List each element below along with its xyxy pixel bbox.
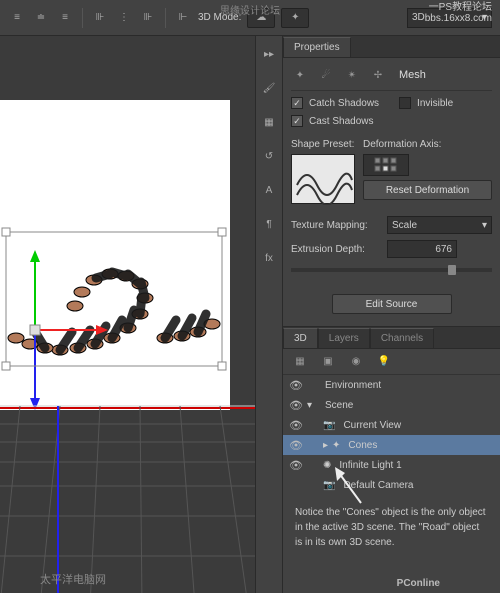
shape-preset-label: Shape Preset: — [291, 139, 355, 150]
dd-value: Scale — [392, 220, 417, 231]
scene-item-default-camera[interactable]: 📷Default Camera — [283, 475, 500, 495]
extrusion-depth-input[interactable]: 676 — [387, 240, 457, 258]
3d-filter-icons: ▦ ▣ ◉ 💡 — [283, 349, 500, 375]
scene-item-infinite-light[interactable]: 👁✺Infinite Light 1 — [283, 455, 500, 475]
item-label: Current View — [343, 420, 401, 431]
annotation-note: Notice the "Cones" object is the only ob… — [283, 495, 500, 560]
chk-label: Cast Shadows — [309, 116, 373, 127]
align-icon[interactable]: ≡ — [8, 9, 26, 27]
visibility-icon[interactable]: 👁 — [289, 379, 303, 392]
properties-panel: ✦ ☄ ✴ ✢ Mesh ✓ Catch Shadows Invisible ✓ C… — [283, 58, 500, 326]
cap-icon[interactable]: ✴ — [343, 66, 361, 84]
distribute-icon[interactable]: ⊪ — [91, 9, 109, 27]
3d-scene-list: 👁Environment 👁▾Scene 👁📷Current View 👁▸✦C… — [283, 375, 500, 495]
char-icon[interactable]: A — [259, 180, 279, 200]
align-icon[interactable]: ≡ — [56, 9, 74, 27]
watermark-line: bbs.16xx8.com — [425, 13, 492, 24]
deform-icon[interactable]: ☄ — [317, 66, 335, 84]
texture-mapping-dropdown[interactable]: Scale▾ — [387, 216, 492, 234]
viewport[interactable] — [0, 36, 255, 593]
tab-3d[interactable]: 3D — [283, 328, 318, 348]
reset-deformation-button[interactable]: Reset Deformation — [363, 180, 492, 200]
catch-shadows-checkbox[interactable]: ✓ — [291, 97, 303, 109]
filter-scene-icon[interactable]: ▦ — [291, 353, 309, 371]
texture-mapping-label: Texture Mapping: — [291, 220, 381, 231]
item-label: Scene — [325, 400, 353, 411]
note-text: Notice the "Cones" object is the only ob… — [295, 507, 486, 548]
mesh-icon[interactable]: ✦ — [291, 66, 309, 84]
separator — [82, 8, 83, 28]
distribute-icon[interactable]: ⊪ — [139, 9, 157, 27]
item-label: Environment — [325, 380, 381, 391]
item-label: Cones — [348, 440, 377, 451]
3d-panel-tabs: 3D Layers Channels — [283, 327, 500, 349]
tab-icon[interactable]: ▸▸ — [259, 44, 279, 64]
scene-item-current-view[interactable]: 👁📷Current View — [283, 415, 500, 435]
extrusion-depth-label: Extrusion Depth: — [291, 244, 381, 255]
visibility-icon[interactable]: 👁 — [289, 439, 303, 452]
canvas-3d[interactable] — [0, 100, 230, 410]
visibility-icon[interactable]: 👁 — [289, 419, 303, 432]
vertical-tool-dock: ▸▸ 🖌 ▦ ↺ A ¶ fx — [255, 36, 283, 593]
deformation-axis-grid[interactable] — [363, 154, 409, 176]
cones-object — [8, 269, 220, 355]
filter-light-icon[interactable]: 💡 — [375, 353, 393, 371]
cn-title: 思缘设计论坛 — [220, 2, 280, 17]
coord-icon[interactable]: ✢ — [369, 66, 387, 84]
distribute-icon[interactable]: ⊩ — [174, 9, 192, 27]
para-icon[interactable]: ¶ — [259, 214, 279, 234]
filter-material-icon[interactable]: ◉ — [347, 353, 365, 371]
visibility-icon[interactable]: 👁 — [289, 399, 303, 412]
scene-item-environment[interactable]: 👁 Environment — [283, 375, 500, 395]
light-icon[interactable]: ✦ — [281, 8, 309, 28]
watermark-line: 一PS教程论坛 — [425, 2, 492, 13]
tab-layers[interactable]: Layers — [318, 328, 370, 348]
tab-channels[interactable]: Channels — [370, 328, 434, 348]
extrusion-slider[interactable] — [291, 268, 492, 272]
scene-item-scene[interactable]: 👁▾Scene — [283, 395, 500, 415]
footer-cn: 太平洋电脑网 — [40, 571, 106, 587]
edit-source-button[interactable]: Edit Source — [332, 294, 452, 314]
dropdown-label: 3D — [412, 12, 425, 23]
visibility-icon[interactable]: 👁 — [289, 459, 303, 472]
swatch-icon[interactable]: ▦ — [259, 112, 279, 132]
chk-label: Invisible — [417, 98, 453, 109]
shape-preset-thumb[interactable] — [291, 154, 355, 204]
filter-mesh-icon[interactable]: ▣ — [319, 353, 337, 371]
distribute-icon[interactable]: ⋮ — [115, 9, 133, 27]
separator — [165, 8, 166, 28]
tab-properties[interactable]: Properties — [283, 37, 351, 57]
mesh-label: Mesh — [399, 69, 426, 81]
annotation-arrow-icon — [331, 467, 371, 507]
cast-shadows-checkbox[interactable]: ✓ — [291, 115, 303, 127]
align-icon[interactable]: ≐ — [32, 9, 50, 27]
scene-item-cones[interactable]: 👁▸✦Cones — [283, 435, 500, 455]
invisible-checkbox[interactable] — [399, 97, 411, 109]
footer-brand: PConline — [397, 577, 440, 589]
mesh-icon: ✦ — [332, 440, 340, 451]
fx-icon[interactable]: fx — [259, 248, 279, 268]
properties-tabs: Properties — [283, 36, 500, 58]
brush-icon[interactable]: 🖌 — [259, 78, 279, 98]
chk-label: Catch Shadows — [309, 98, 379, 109]
deformation-axis-label: Deformation Axis: — [363, 139, 492, 150]
history-icon[interactable]: ↺ — [259, 146, 279, 166]
ground-grid — [0, 376, 255, 593]
